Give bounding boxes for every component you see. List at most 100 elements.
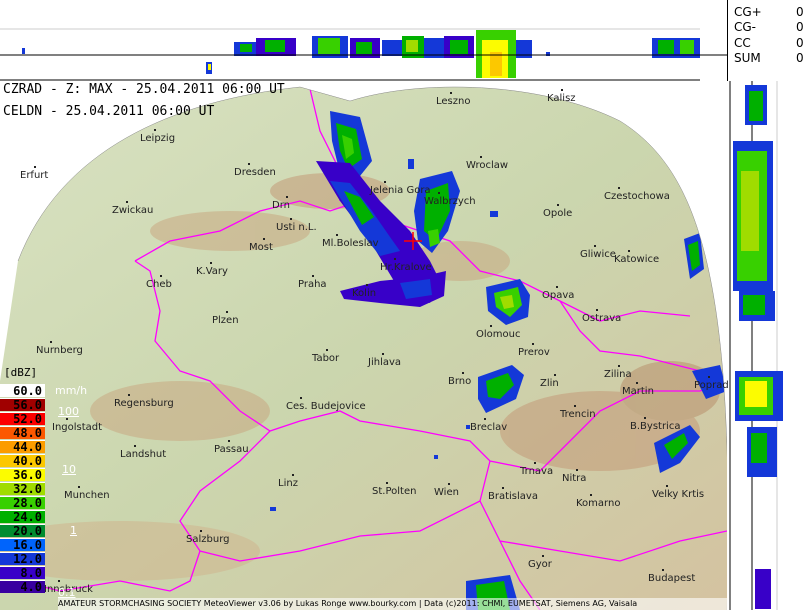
rain-mark-100: 100 (58, 405, 79, 418)
cc-label: CC (734, 36, 751, 50)
city-label: Salzburg (186, 534, 230, 545)
city-label: Bratislava (488, 491, 538, 502)
sum-label: SUM (734, 51, 761, 65)
meteo-viewer: CG+ 0 CG- 0 CC 0 SUM 0 Leszno Kalisz Lei… (0, 0, 810, 610)
city-dot (594, 245, 596, 247)
city-label: Praha (298, 279, 327, 290)
city-dot (126, 201, 128, 203)
city-dot (666, 485, 668, 487)
cg-plus-value: 0 (796, 5, 804, 19)
city-label: Wroclaw (466, 160, 509, 171)
city-label: Usti n.L. (276, 222, 317, 233)
city-dot (300, 397, 302, 399)
city-label: Wien (434, 487, 459, 498)
city-label: Leipzig (140, 133, 176, 144)
city-dot (574, 405, 576, 407)
legend-level-value: 52.0 (13, 412, 42, 426)
city-dot (128, 394, 130, 396)
legend-level: 32.0 (0, 482, 45, 496)
city-dot (160, 275, 162, 277)
city-label: Leszno (436, 96, 471, 107)
city-dot (502, 487, 504, 489)
city-dot (263, 238, 265, 240)
rain-mark-10: 10 (62, 463, 76, 476)
city-label: Jihlava (368, 357, 402, 368)
city-dot (596, 309, 598, 311)
city-dot (384, 181, 386, 183)
top-timeline-strip (0, 0, 727, 81)
legend-level-value: 24.0 (13, 510, 42, 524)
city-label: K.Vary (196, 266, 228, 277)
city-dot (534, 462, 536, 464)
city-dot (34, 166, 36, 168)
city-label: Olomouc (476, 329, 521, 340)
city-dot (154, 129, 156, 131)
city-label: Regensburg (114, 398, 174, 409)
city-dot (336, 234, 338, 236)
radar-product-title: CZRAD - Z: MAX - 25.04.2011 06:00 UT (3, 82, 285, 97)
city-dot (590, 494, 592, 496)
city-dot (618, 365, 620, 367)
city-label: Budapest (648, 573, 696, 584)
city-dot (484, 418, 486, 420)
city-label: Zlin (540, 378, 559, 389)
city-label: Breclav (470, 422, 508, 433)
legend-level-value: 56.0 (13, 398, 42, 412)
city-dot (226, 311, 228, 313)
city-label: Ostrava (582, 313, 622, 324)
legend-level-value: 48.0 (13, 426, 42, 440)
city-dot (554, 374, 556, 376)
city-label: Ml.Boleslav (322, 238, 379, 249)
city-dot (490, 325, 492, 327)
cg-plus-label: CG+ (734, 5, 762, 19)
city-label: Poprad (694, 380, 729, 391)
city-dot (292, 474, 294, 476)
city-label: Hr.Kralove (380, 262, 432, 273)
credits-footer: AMATEUR STORMCHASING SOCIETY MeteoViewer… (58, 598, 727, 610)
city-label: Landshut (120, 449, 167, 460)
legend-level-value: 44.0 (13, 440, 42, 454)
city-dot (618, 187, 620, 189)
sum-value: 0 (796, 51, 804, 65)
city-label: Zwickau (112, 205, 154, 216)
legend-level-value: 32.0 (13, 482, 42, 496)
city-dot (134, 445, 136, 447)
city-label: Trencin (560, 409, 596, 420)
city-dot (438, 192, 440, 194)
city-dot (636, 382, 638, 384)
city-label: Komarno (576, 498, 621, 509)
city-label: Drn (272, 200, 290, 211)
city-dot (662, 569, 664, 571)
city-dot (708, 376, 710, 378)
legend-level: 8.0 (0, 566, 45, 580)
city-dot (228, 440, 230, 442)
rain-mark-1: 1 (70, 524, 77, 537)
city-label: Walbrzych (424, 196, 476, 207)
lightning-product-title: CELDN - 25.04.2011 06:00 UT (3, 104, 215, 119)
city-label: Ces. Budejovice (286, 401, 366, 412)
radar-map (0, 81, 727, 610)
city-dot (210, 262, 212, 264)
dbz-legend: [dBZ] 60.0 56.0 52.0 48.0 44.0 40.0 36.0 32.0 28… (0, 366, 90, 610)
city-label: Gyor (528, 559, 552, 570)
cg-minus-label: CG- (734, 20, 757, 34)
city-label: Katowice (614, 254, 660, 265)
city-label: Zilina (604, 369, 632, 380)
city-dot (644, 417, 646, 419)
legend-level: 16.0 (0, 538, 45, 552)
city-label: Velky Krtis (652, 489, 705, 500)
city-label: Prerov (518, 347, 550, 358)
rain-unit-label: mm/h (55, 384, 88, 397)
legend-level: 48.0 (0, 426, 45, 440)
city-label: Martin (622, 386, 654, 397)
city-dot (480, 156, 482, 158)
city-dot (561, 89, 563, 91)
echo-speck (490, 211, 498, 217)
city-dot (326, 349, 328, 351)
city-dot (462, 372, 464, 374)
legend-level: 20.0 (0, 524, 45, 538)
city-label: Tabor (312, 353, 340, 364)
city-label: Jelenia Gora (370, 185, 431, 196)
legend-level: 28.0 (0, 496, 45, 510)
city-label: Opava (542, 290, 575, 301)
